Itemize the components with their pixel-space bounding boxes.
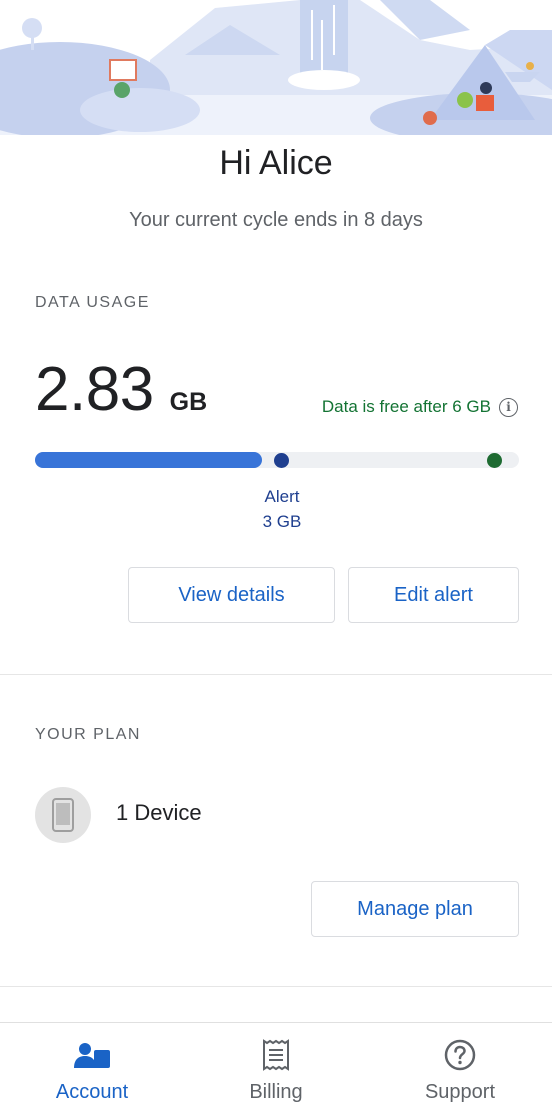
greeting-title: Hi Alice <box>219 144 333 182</box>
nav-account[interactable]: Account <box>0 1023 184 1108</box>
header-illustration <box>0 0 552 135</box>
free-data-note: Data is free after 6 GB i <box>322 397 518 417</box>
manage-plan-button[interactable]: Manage plan <box>311 881 519 937</box>
nav-support-label: Support <box>424 1081 496 1103</box>
bottom-navigation: Account Billing Support <box>0 1022 552 1108</box>
cycle-status: Your current cycle ends in 8 days <box>129 209 423 231</box>
data-usage-heading: DATA USAGE <box>35 294 150 311</box>
free-threshold-marker <box>487 453 503 468</box>
alert-amount: 3 GB <box>262 512 302 531</box>
usage-value: 2.83 <box>35 355 154 424</box>
alert-caption: Alert 3 GB <box>232 484 332 534</box>
alert-marker <box>274 453 290 468</box>
edit-alert-button[interactable]: Edit alert <box>348 567 519 623</box>
phone-icon <box>35 787 91 843</box>
usage-unit: GB <box>169 388 208 416</box>
account-icon <box>74 1039 110 1071</box>
nav-billing-label: Billing <box>249 1081 303 1103</box>
section-divider <box>0 674 552 675</box>
usage-progress-fill <box>35 452 263 468</box>
usage-progress-bar <box>35 452 519 468</box>
info-icon[interactable]: i <box>499 397 518 417</box>
free-data-text: Data is free after 6 GB <box>321 397 491 416</box>
section-divider <box>0 986 552 987</box>
your-plan-heading: YOUR PLAN <box>35 726 141 743</box>
usage-amount: 2.83 GB <box>35 354 207 425</box>
help-circle-icon <box>444 1039 476 1071</box>
device-count: 1 Device <box>116 800 202 825</box>
nav-account-label: Account <box>55 1081 129 1103</box>
alert-label: Alert <box>264 487 300 506</box>
nav-support[interactable]: Support <box>368 1023 552 1108</box>
receipt-icon <box>262 1039 290 1071</box>
nav-billing[interactable]: Billing <box>184 1023 368 1108</box>
view-details-button[interactable]: View details <box>128 567 335 623</box>
